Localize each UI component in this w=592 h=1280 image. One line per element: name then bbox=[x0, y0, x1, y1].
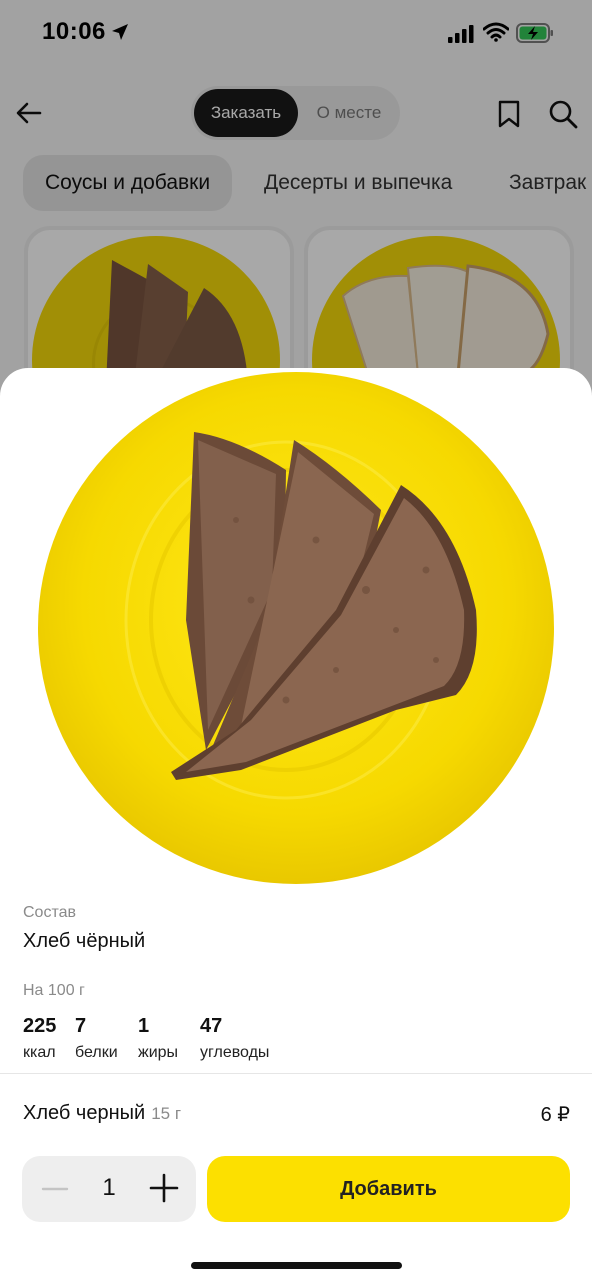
product-title: Хлеб черный 15 г bbox=[23, 1102, 181, 1125]
nutrient-value: 47 bbox=[200, 1015, 223, 1037]
nutrient-unit: ккал bbox=[23, 1044, 56, 1061]
nutrient-fat: 1 жиры bbox=[138, 1015, 178, 1062]
nutrient-value: 7 bbox=[75, 1015, 87, 1037]
quantity-value: 1 bbox=[102, 1174, 116, 1201]
composition-value: Хлеб чёрный bbox=[23, 930, 146, 952]
nutrient-protein: 7 белки bbox=[75, 1015, 118, 1062]
nutrient-value: 1 bbox=[138, 1015, 150, 1037]
product-price: 6 ₽ bbox=[540, 1104, 570, 1126]
product-sheet: Состав Хлеб чёрный На 100 г 225 ккал 7 б… bbox=[0, 368, 592, 1280]
nutrient-calories: 225 ккал bbox=[23, 1015, 56, 1062]
home-indicator bbox=[191, 1262, 402, 1269]
product-weight: 15 г bbox=[151, 1104, 182, 1123]
quantity-stepper: 1 bbox=[22, 1156, 196, 1222]
nutrient-unit: белки bbox=[75, 1044, 118, 1061]
composition-label: Состав bbox=[23, 904, 76, 921]
minus-icon[interactable] bbox=[40, 1174, 70, 1204]
nutrient-carbs: 47 углеводы bbox=[200, 1015, 269, 1062]
product-photo bbox=[38, 372, 554, 884]
plus-icon[interactable] bbox=[148, 1172, 180, 1204]
divider bbox=[0, 1073, 592, 1074]
nutrient-unit: углеводы bbox=[200, 1044, 270, 1061]
per-100g-label: На 100 г bbox=[23, 982, 85, 999]
nutrient-unit: жиры bbox=[138, 1044, 179, 1061]
product-name: Хлеб черный bbox=[23, 1102, 146, 1124]
add-to-cart-button[interactable]: Добавить bbox=[207, 1156, 570, 1222]
nutrient-value: 225 bbox=[23, 1015, 57, 1037]
